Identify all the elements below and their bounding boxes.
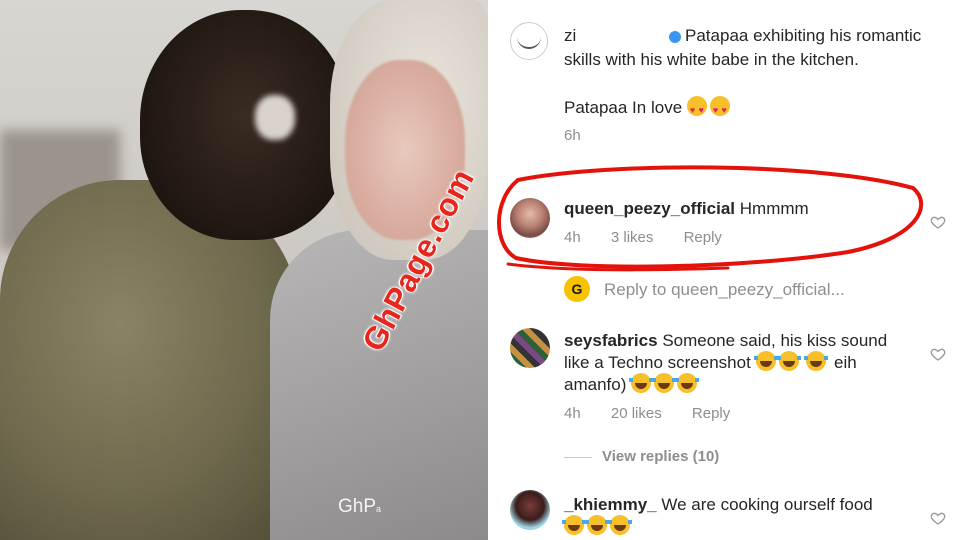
heart-eyes-emoji [686,96,707,122]
like-heart-icon[interactable] [930,510,946,526]
reply-button[interactable]: Reply [692,405,730,422]
tears-of-joy-emoji [629,373,654,393]
avatar[interactable] [510,490,550,530]
reply-button[interactable]: Reply [684,229,722,246]
caption-time: 6h [564,124,934,148]
corner-watermark-small: a [376,504,382,514]
caption-author-name[interactable]: zi [564,26,576,45]
comments-panel: zi Patapaa exhibiting his romantic skill… [496,0,960,540]
caption-author-avatar[interactable] [510,22,548,60]
reply-input[interactable]: Reply to queen_peezy_official... [604,280,845,300]
avatar[interactable] [510,198,550,238]
tears-of-joy-emoji [585,515,609,535]
comment-text: We are cooking ourself food [661,495,873,514]
heart-eyes-emoji [709,96,730,122]
comment-username[interactable]: queen_peezy_official [564,199,735,218]
caption-text-2: Patapaa In love [564,98,683,117]
tears-of-joy-emoji [776,351,801,371]
comment-time: 4h [564,405,581,422]
comment-item: queen_peezy_official Hmmmm 4h 3 likes Re… [564,198,904,248]
corner-watermark: GhPa [338,496,381,518]
man-face-highlight [255,95,295,140]
tears-of-joy-emoji [675,373,700,393]
woman-top [270,230,488,540]
comment-text: Hmmmm [739,199,809,218]
tears-of-joy-emoji [608,515,632,535]
comment-username[interactable]: _khiemmy_ [564,495,657,514]
image-divider [488,0,496,540]
caption-text-line1: Patapaa exhibiting [685,26,825,45]
tears-of-joy-emoji [652,373,677,393]
comment-item: _khiemmy_ We are cooking ourself food [562,494,904,537]
view-replies-label: View replies (10) [602,448,720,465]
caption-timestamp: 6h [564,127,581,144]
corner-watermark-text: GhP [338,496,377,517]
avatar[interactable] [510,328,550,368]
like-heart-icon[interactable] [930,346,946,362]
avatar [564,276,590,302]
tears-of-joy-emoji [804,351,829,371]
post-caption: zi Patapaa exhibiting his romantic skill… [564,24,934,148]
man-head [140,10,350,240]
divider [564,456,592,458]
video-still-image: GhPage.com GhPa [0,0,488,540]
tears-of-joy-emoji [562,515,586,535]
like-heart-icon[interactable] [930,214,946,230]
comment-likes[interactable]: 20 likes [611,405,662,422]
comment-username[interactable]: seysfabrics [564,331,658,350]
verified-badge-icon [669,30,682,43]
view-replies-button[interactable]: View replies (10) [564,448,719,465]
comment-time: 4h [564,229,581,246]
comment-item: seysfabrics Someone said, his kiss sound… [564,330,904,424]
tears-of-joy-emoji [753,351,778,371]
comment-likes[interactable]: 3 likes [611,229,654,246]
